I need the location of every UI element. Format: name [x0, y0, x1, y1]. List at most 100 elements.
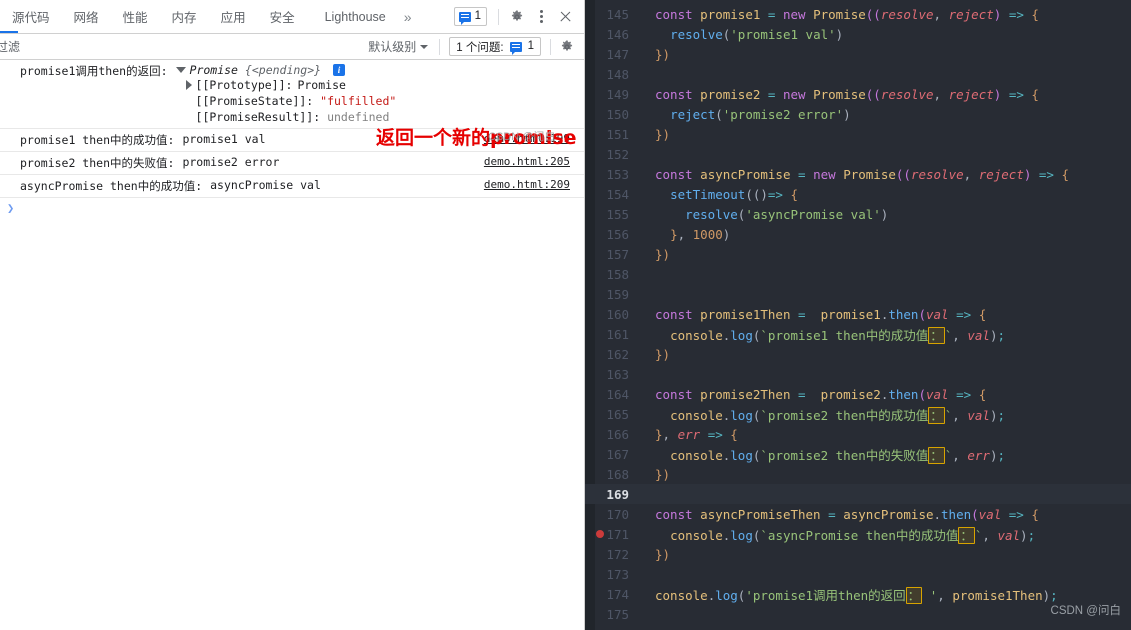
code-token: ,: [952, 407, 968, 423]
expand-triangle-closed-icon[interactable]: [185, 80, 192, 90]
line-number: 173: [606, 566, 629, 582]
more-options-button[interactable]: [530, 6, 552, 28]
code-line[interactable]: 156 }, 1000): [585, 224, 1131, 244]
code-text: const promise2 = new Promise((resolve, r…: [645, 87, 1039, 102]
info-icon[interactable]: i: [333, 64, 346, 76]
more-tabs-icon[interactable]: »: [398, 0, 417, 33]
code-token: =>: [1038, 166, 1054, 182]
code-line[interactable]: 162}): [585, 344, 1131, 364]
code-line[interactable]: 159: [585, 284, 1131, 304]
code-line[interactable]: 166}, err => {: [585, 424, 1131, 444]
code-line[interactable]: 157}): [585, 244, 1131, 264]
code-token: =: [798, 386, 806, 402]
code-line[interactable]: 172}): [585, 544, 1131, 564]
console-message-log[interactable]: promise1 then中的成功值: promise1 val demo.ht…: [0, 129, 584, 152]
console-source-link[interactable]: demo.html:205: [484, 155, 570, 168]
code-token: console: [670, 407, 723, 423]
code-token: promise1Then: [952, 587, 1043, 603]
code-line[interactable]: 149 const promise2 = new Promise((resolve…: [585, 84, 1131, 104]
message-icon: [458, 11, 471, 25]
promise-state-key: [[PromiseState]]:: [195, 94, 314, 108]
log-level-label: 默认级别: [368, 40, 417, 54]
console-message-object[interactable]: promise1调用then的返回: Promise {<pending>} i…: [0, 60, 584, 129]
issues-summary[interactable]: 1 个问题: 1: [449, 37, 541, 56]
tab-application[interactable]: 应用: [209, 0, 258, 33]
code-line[interactable]: 163: [585, 364, 1131, 384]
code-line[interactable]: 148: [585, 64, 1131, 84]
tab-memory[interactable]: 内存: [160, 0, 209, 33]
console-object-body: Promise {<pending>} i [[Prototype]]: Pro…: [175, 63, 584, 125]
code-token: reject: [948, 86, 994, 102]
console-filter-input[interactable]: [0, 36, 363, 57]
code-line[interactable]: 171 console.log(`asyncPromise then中的成功值：…: [585, 524, 1131, 544]
tab-lighthouse[interactable]: Lighthouse: [307, 0, 398, 33]
code-line[interactable]: 155 resolve('asyncPromise val'): [585, 204, 1131, 224]
issues-chip[interactable]: 1: [453, 7, 487, 26]
console-source-link[interactable]: demo.html:209: [484, 178, 570, 191]
promise-prototype-row[interactable]: [[Prototype]]: Promise: [176, 77, 584, 93]
code-editor[interactable]: 145 const promise1 = new Promise((resolve…: [585, 0, 1131, 630]
expand-triangle-open-icon[interactable]: [175, 67, 186, 73]
breakpoint-icon[interactable]: [596, 530, 604, 538]
code-line[interactable]: 151}): [585, 124, 1131, 144]
close-devtools-button[interactable]: [554, 6, 576, 28]
code-line[interactable]: 147}): [585, 44, 1131, 64]
console-settings-button[interactable]: [556, 36, 578, 58]
code-token: ((: [895, 166, 911, 182]
code-line[interactable]: 152: [585, 144, 1131, 164]
tab-security[interactable]: 安全: [258, 0, 307, 33]
console-message-log[interactable]: promise2 then中的失败值: promise2 error demo.…: [0, 152, 584, 175]
code-line[interactable]: 145 const promise1 = new Promise((resolve…: [585, 4, 1131, 24]
log-level-dropdown[interactable]: 默认级别: [362, 38, 434, 55]
code-line[interactable]: 158: [585, 264, 1131, 284]
tab-sources[interactable]: 源代码: [0, 0, 62, 33]
tab-performance[interactable]: 性能: [111, 0, 160, 33]
code-line[interactable]: 154 setTimeout(()=> {: [585, 184, 1131, 204]
code-token: ((: [865, 6, 881, 22]
code-line[interactable]: 160 const promise1Then = promise1.then(va…: [585, 304, 1131, 324]
code-line[interactable]: 146 resolve('promise1 val'): [585, 24, 1131, 44]
code-line[interactable]: 169: [585, 484, 1131, 504]
code-token: Promise: [843, 166, 896, 182]
console-prompt-row[interactable]: ❯: [0, 198, 584, 218]
code-line[interactable]: 150 reject('promise2 error'): [585, 104, 1131, 124]
settings-button[interactable]: [506, 6, 528, 28]
console-source-link[interactable]: demo.html:199: [484, 132, 570, 145]
code-line[interactable]: 164 const promise2Then = promise2.then(va…: [585, 384, 1131, 404]
code-text: }): [645, 127, 670, 142]
code-line[interactable]: 153 const asyncPromise = new Promise((res…: [585, 164, 1131, 184]
code-token: val: [926, 306, 949, 322]
code-line[interactable]: 173: [585, 564, 1131, 584]
code-token: ,: [952, 447, 968, 463]
code-token: ): [835, 26, 844, 42]
code-line[interactable]: 174 console.log('promise1调用then的返回： ', pr…: [585, 584, 1131, 604]
line-number: 158: [606, 266, 629, 282]
code-line[interactable]: 175: [585, 604, 1131, 624]
console-output[interactable]: promise1调用then的返回: Promise {<pending>} i…: [0, 60, 584, 630]
code-token: }): [655, 466, 671, 482]
message-icon: [509, 41, 522, 55]
console-message-log[interactable]: asyncPromise then中的成功值: asyncPromise val…: [0, 175, 584, 198]
code-line[interactable]: 167 console.log(`promise2 then中的失败值： `, e…: [585, 444, 1131, 464]
code-token: `promise1 then中的成功值: [760, 327, 929, 343]
code-line[interactable]: 161 console.log(`promise1 then中的成功值： `, v…: [585, 324, 1131, 344]
prototype-value: Promise: [297, 78, 346, 92]
code-token: val: [978, 506, 1002, 522]
code-token: asyncPromiseThen: [700, 506, 821, 522]
code-line[interactable]: 165 console.log(`promise2 then中的成功值： `, v…: [585, 404, 1131, 424]
promise-header[interactable]: Promise {<pending>} i: [175, 63, 584, 77]
tab-network[interactable]: 网络: [62, 0, 111, 33]
code-token: {: [790, 186, 799, 202]
code-line[interactable]: 170 const asyncPromiseThen = asyncPromise…: [585, 504, 1131, 524]
line-number: 163: [606, 366, 629, 382]
code-token: 'promise2 error': [722, 106, 844, 122]
code-line[interactable]: 168}): [585, 464, 1131, 484]
